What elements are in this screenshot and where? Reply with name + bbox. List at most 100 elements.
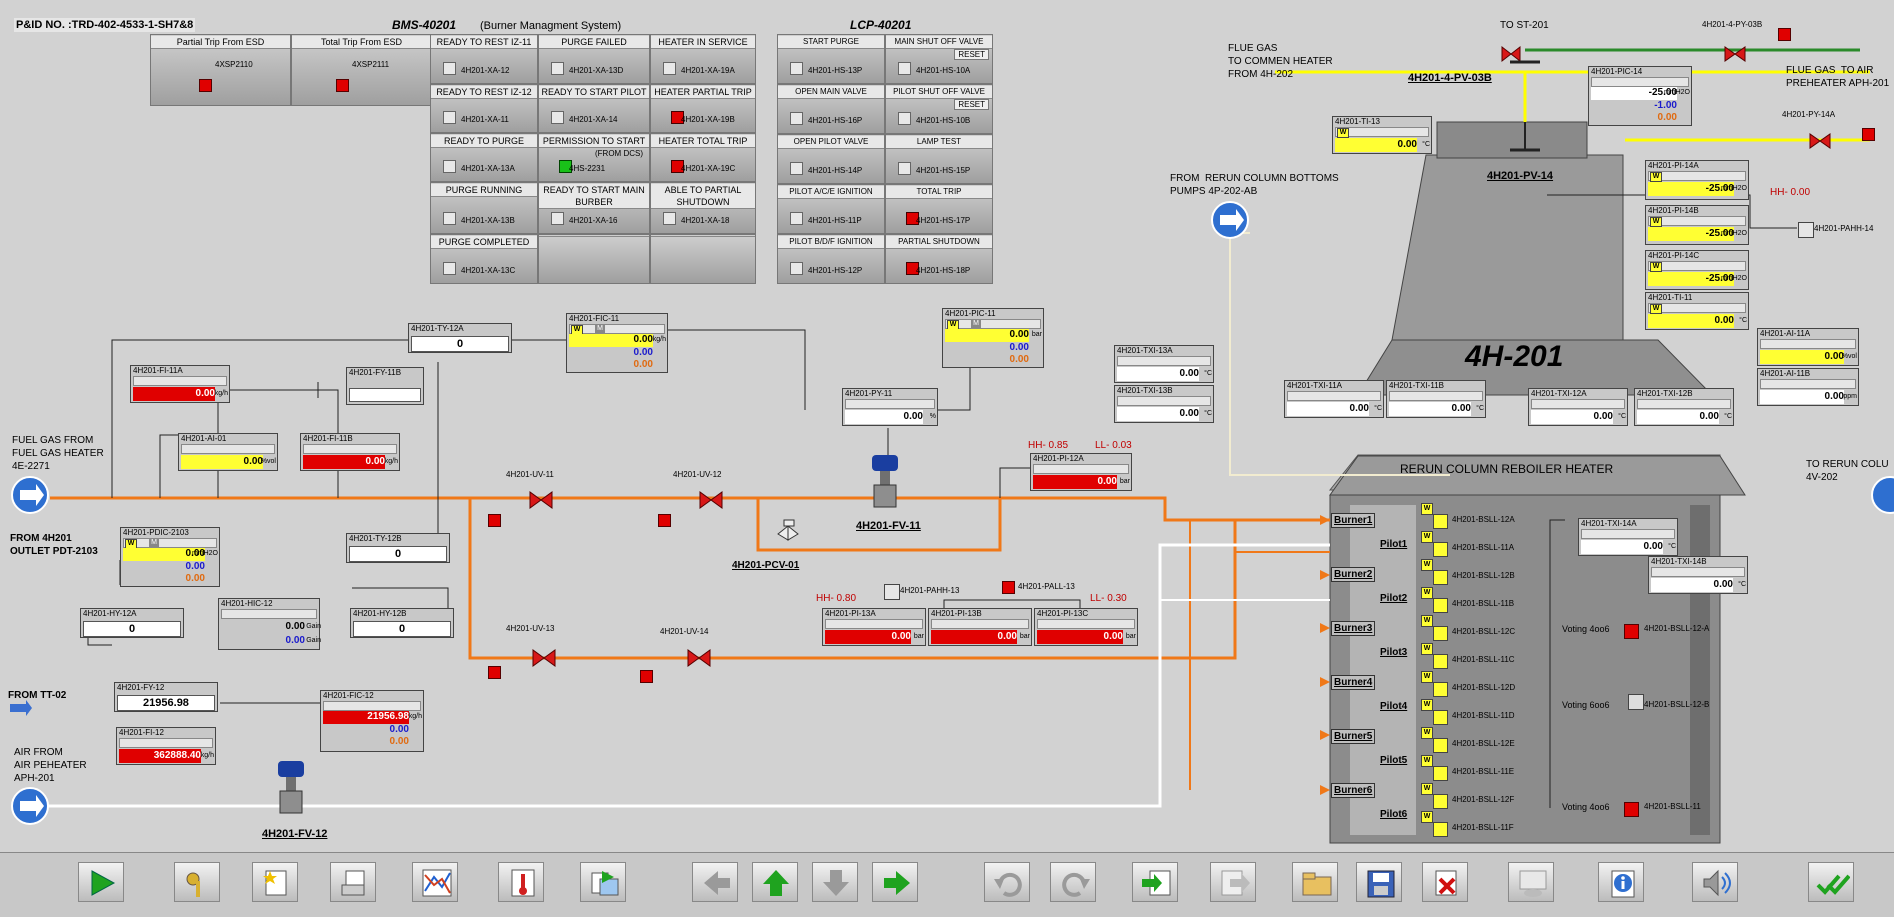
bms-cell-13[interactable]	[538, 234, 650, 284]
status-bar[interactable]	[931, 619, 1029, 629]
pilot-4[interactable]: Pilot4	[1380, 701, 1407, 712]
status-bar[interactable]	[1287, 391, 1381, 401]
faceplate-ty12b[interactable]: 4H201-TY-12B 0	[346, 533, 450, 563]
bms-cell-1[interactable]: PURGE FAILED 4H201-XA-13D	[538, 34, 650, 84]
voting-indicator-icon[interactable]	[1624, 624, 1639, 639]
bms-cell-6[interactable]: READY TO PURGE 4H201-XA-13A	[430, 133, 538, 182]
flame-lamp-icon[interactable]	[1433, 766, 1448, 781]
uv13-alarm-icon[interactable]	[488, 666, 501, 679]
report-button[interactable]	[330, 862, 376, 902]
export-button[interactable]	[580, 862, 626, 902]
status-bar[interactable]	[1389, 391, 1483, 401]
burner-6[interactable]: Burner6	[1331, 783, 1376, 798]
bsll-w-icon[interactable]: W	[1421, 783, 1433, 795]
status-bar[interactable]	[1037, 619, 1135, 629]
bsll-w-icon[interactable]: W	[1421, 727, 1433, 739]
arrow-down-button[interactable]	[812, 862, 858, 902]
faceplate-pi13c[interactable]: 4H201-PI-13C 0.00 bar	[1034, 608, 1138, 646]
bms-cell-14[interactable]	[650, 234, 756, 284]
flame-lamp-icon[interactable]	[1433, 542, 1448, 557]
star-doc-button[interactable]	[252, 862, 298, 902]
voting-indicator-icon[interactable]	[1624, 802, 1639, 817]
py03b-alarm-icon[interactable]	[1778, 28, 1791, 41]
arrow-left-button[interactable]	[692, 862, 738, 902]
undo-button[interactable]	[984, 862, 1030, 902]
mode-w-icon[interactable]: W	[1650, 172, 1662, 182]
pilot-5[interactable]: Pilot5	[1380, 755, 1407, 766]
bms-cell-8[interactable]: HEATER TOTAL TRIP 4H201-XA-19C	[650, 133, 756, 182]
py14a-alarm-icon[interactable]	[1862, 128, 1875, 141]
faceplate-pic14[interactable]: 4H201-PIC-14 -25.00 -1.00 0.00 mmH2O	[1588, 66, 1692, 126]
flame-lamp-icon[interactable]	[1433, 514, 1448, 529]
faceplate-fic11[interactable]: 4H201-FIC-11 W M 0.00 0.00 0.00 kg/h	[566, 313, 668, 373]
mode-w-icon[interactable]: W	[1650, 304, 1662, 314]
faceplate-fy11b[interactable]: 4H201-FY-11B	[346, 367, 424, 405]
bms-cell-5[interactable]: HEATER PARTIAL TRIP 4H201-XA-19B	[650, 84, 756, 133]
status-bar[interactable]	[1648, 216, 1746, 226]
faceplate-fi11b[interactable]: 4H201-FI-11B 0.00 kg/h	[300, 433, 400, 471]
pilot-2[interactable]: Pilot2	[1380, 593, 1407, 604]
faceplate-pi14a[interactable]: 4H201-PI-14A W -25.00 mmH2O	[1645, 160, 1749, 200]
bms-cell-2[interactable]: HEATER IN SERVICE 4H201-XA-19A	[650, 34, 756, 84]
keys-button[interactable]	[174, 862, 220, 902]
view-button[interactable]	[1508, 862, 1554, 902]
pall13-alarm-icon[interactable]	[1002, 581, 1015, 594]
flame-lamp-icon[interactable]	[1433, 570, 1448, 585]
lcp-cell-0[interactable]: START PURGE 4H201-HS-13P	[777, 34, 885, 84]
faceplate-txi12b[interactable]: 4H201-TXI-12B 0.00 °C	[1634, 388, 1734, 426]
bms-cell-9[interactable]: PURGE RUNNING 4H201-XA-13B	[430, 182, 538, 234]
fv12-label[interactable]: 4H201-FV-12	[262, 828, 327, 840]
bsll-w-icon[interactable]: W	[1421, 643, 1433, 655]
mode-m-icon[interactable]: M	[149, 539, 159, 547]
bsll-w-icon[interactable]: W	[1421, 615, 1433, 627]
bsll-w-icon[interactable]: W	[1421, 587, 1433, 599]
faceplate-ai11b[interactable]: 4H201-AI-11B 0.00 ppm	[1757, 368, 1859, 406]
mode-m-icon[interactable]: M	[971, 320, 981, 328]
status-bar[interactable]	[1117, 396, 1211, 406]
faceplate-txi13a[interactable]: 4H201-TXI-13A 0.00 °C	[1114, 345, 1214, 383]
burner-5[interactable]: Burner5	[1331, 729, 1376, 744]
faceplate-fic12[interactable]: 4H201-FIC-12 21956.98 0.00 0.00 kg/h	[320, 690, 424, 752]
reset-button[interactable]: RESET	[954, 49, 989, 60]
faceplate-ai11a[interactable]: 4H201-AI-11A 0.00 %vol	[1757, 328, 1859, 366]
mode-w-icon[interactable]: W	[1650, 262, 1662, 272]
lcp-cell-7[interactable]: TOTAL TRIP 4H201-HS-17P	[885, 184, 993, 234]
faceplate-pi12a[interactable]: 4H201-PI-12A 0.00 bar	[1030, 453, 1132, 491]
faceplate-txi11a[interactable]: 4H201-TXI-11A 0.00 °C	[1284, 380, 1384, 418]
faceplate-fi11a[interactable]: 4H201-FI-11A 0.00 kg/h	[130, 365, 230, 403]
lcp-cell-6[interactable]: PILOT A/C/E IGNITION 4H201-HS-11P	[777, 184, 885, 234]
mode-m-icon[interactable]: M	[595, 325, 605, 333]
bsll-w-icon[interactable]: W	[1421, 503, 1433, 515]
status-bar[interactable]	[825, 619, 923, 629]
burner-1[interactable]: Burner1	[1331, 513, 1376, 528]
bsll-w-icon[interactable]: W	[1421, 755, 1433, 767]
pahh13-indicator-icon[interactable]	[884, 584, 900, 600]
faceplate-ti11[interactable]: 4H201-TI-11 W 0.00 °C	[1645, 292, 1749, 330]
lcp-cell-3[interactable]: PILOT SHUT OFF VALVE 4H201-HS-10B RESET	[885, 84, 993, 134]
logout-button[interactable]	[1210, 862, 1256, 902]
mode-bar[interactable]	[945, 319, 1041, 329]
faceplate-pi14c[interactable]: 4H201-PI-14C W -25.00 mmH2O	[1645, 250, 1749, 290]
status-bar[interactable]	[1637, 399, 1731, 409]
flame-lamp-icon[interactable]	[1433, 822, 1448, 837]
faceplate-txi12a[interactable]: 4H201-TXI-12A 0.00 °C	[1528, 388, 1628, 426]
delete-button[interactable]	[1422, 862, 1468, 902]
esd-total-trip[interactable]: Total Trip From ESD 4XSP2111	[291, 34, 432, 106]
pcv01-label[interactable]: 4H201-PCV-01	[732, 560, 799, 571]
thermometer-button[interactable]	[498, 862, 544, 902]
bsll-w-icon[interactable]: W	[1421, 531, 1433, 543]
status-bar[interactable]	[1648, 171, 1746, 181]
mode-bar[interactable]	[221, 609, 317, 619]
uv12-alarm-icon[interactable]	[658, 514, 671, 527]
pilot-6[interactable]: Pilot6	[1380, 809, 1407, 820]
status-bar[interactable]	[181, 444, 275, 454]
folder-button[interactable]	[1292, 862, 1338, 902]
mode-bar[interactable]	[123, 538, 217, 548]
pilot-1[interactable]: Pilot1	[1380, 539, 1407, 550]
faceplate-pi14b[interactable]: 4H201-PI-14B W -25.00 mmH2O	[1645, 205, 1749, 245]
status-bar[interactable]	[133, 376, 227, 386]
reset-button[interactable]: RESET	[954, 99, 989, 110]
faceplate-hy12b[interactable]: 4H201-HY-12B 0	[350, 608, 454, 638]
faceplate-txi14a[interactable]: 4H201-TXI-14A 0.00 °C	[1578, 518, 1678, 556]
faceplate-ai01[interactable]: 4H201-AI-01 0.00 %vol	[178, 433, 278, 471]
